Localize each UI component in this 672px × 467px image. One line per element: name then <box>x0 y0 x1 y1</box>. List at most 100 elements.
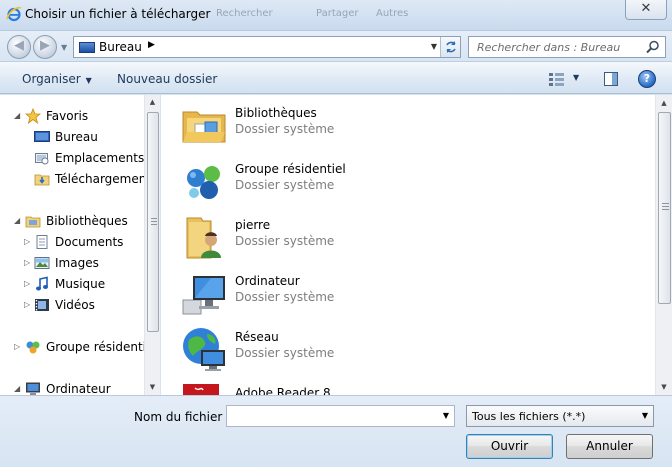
file-item-network[interactable]: Réseau Dossier système <box>181 326 621 378</box>
cancel-button[interactable]: Annuler <box>566 434 653 459</box>
file-item-homegroup[interactable]: Groupe résidentiel Dossier système <box>181 158 621 210</box>
command-toolbar: Organiser ▼ Nouveau dossier ▼ ? <box>0 61 672 94</box>
file-list-scrollbar[interactable]: ▲ ▼ <box>655 95 672 395</box>
filename-label: Nom du fichier : <box>134 410 231 424</box>
scroll-up-icon[interactable]: ▲ <box>145 95 160 110</box>
adobe-reader-icon <box>183 384 219 395</box>
homegroup-icon <box>26 341 40 354</box>
change-view-button[interactable]: ▼ <box>548 71 582 87</box>
file-item-adobe-reader[interactable]: Adobe Reader 8 <box>181 382 621 395</box>
file-item-libraries[interactable]: Bibliothèques Dossier système <box>181 102 621 154</box>
open-button[interactable]: Ouvrir <box>466 434 553 459</box>
libraries-icon <box>25 216 41 228</box>
nav-item-label: Images <box>55 256 99 270</box>
tree-expand-icon[interactable]: ▷ <box>24 279 30 288</box>
computer-icon <box>182 276 225 315</box>
recent-locations-dropdown[interactable]: ▼ <box>61 43 67 52</box>
nav-item-label: Téléchargements <box>55 172 158 186</box>
libraries-folder-icon <box>182 111 226 143</box>
internet-explorer-icon <box>6 6 22 22</box>
nav-item-label: Vidéos <box>55 298 95 312</box>
file-item-computer[interactable]: Ordinateur Dossier système <box>181 270 621 322</box>
ghost-text: Partager <box>316 8 359 19</box>
forward-button[interactable]: ▶ <box>33 35 57 59</box>
file-type: Dossier système <box>235 346 335 360</box>
nav-libraries-label: Bibliothèques <box>46 214 128 228</box>
file-type: Dossier système <box>235 234 335 248</box>
scrollbar-thumb[interactable] <box>658 112 671 304</box>
back-button[interactable]: ◀ <box>7 35 31 59</box>
tree-collapse-icon[interactable]: ◢ <box>14 111 20 120</box>
documents-icon <box>36 235 48 249</box>
nav-favorites-label: Favoris <box>46 109 89 123</box>
address-bar[interactable]: Bureau ▶ ▼ <box>73 36 461 58</box>
organise-menu-button[interactable]: Organiser ▼ <box>22 72 92 86</box>
chevron-down-icon: ▼ <box>641 411 648 420</box>
grip-icon <box>151 218 157 225</box>
nav-item-label: Musique <box>55 277 106 291</box>
chevron-down-icon: ▼ <box>85 76 92 85</box>
refresh-icon <box>446 41 456 53</box>
videos-icon <box>35 299 49 311</box>
search-box[interactable]: Rechercher dans : Bureau <box>468 36 666 58</box>
recent-places-icon <box>35 153 49 165</box>
scroll-down-icon[interactable]: ▼ <box>145 380 160 395</box>
scroll-down-icon[interactable]: ▼ <box>656 379 672 395</box>
nav-computer-label: Ordinateur <box>46 382 111 395</box>
file-type: Dossier système <box>235 122 335 136</box>
organise-label: Organiser <box>22 72 81 86</box>
chevron-down-icon[interactable]: ▼ <box>443 411 449 420</box>
grip-icon <box>662 203 669 210</box>
nav-homegroup-label: Groupe résidentiel <box>46 340 157 354</box>
file-type-filter-select[interactable]: Tous les fichiers (*.*) ▼ <box>466 405 654 427</box>
music-icon <box>36 276 48 291</box>
file-name: Bibliothèques <box>235 106 317 120</box>
search-icon[interactable] <box>646 40 660 54</box>
close-icon: ✕ <box>640 1 652 16</box>
file-type: Dossier système <box>235 290 335 304</box>
downloads-folder-icon <box>34 174 50 186</box>
address-location[interactable]: Bureau <box>99 40 142 54</box>
preview-pane-icon[interactable] <box>603 71 619 87</box>
address-dropdown-icon[interactable]: ▼ <box>431 42 437 51</box>
breadcrumb-chevron-icon[interactable]: ▶ <box>148 40 155 50</box>
address-row: ◀ ▶ ▼ Bureau ▶ ▼ Rechercher dans : Burea… <box>0 31 672 61</box>
file-dialog-footer: Nom du fichier : ▼ Tous les fichiers (*.… <box>0 395 672 467</box>
nav-item-label: Bureau <box>55 130 98 144</box>
search-input[interactable]: Rechercher dans : Bureau <box>477 41 620 54</box>
tree-expand-icon[interactable]: ▷ <box>24 258 30 267</box>
view-options-icon <box>549 73 564 86</box>
navigation-scrollbar[interactable]: ▲ ▼ <box>144 95 160 395</box>
background-window-ghost: Rechercher Partager Autres <box>196 5 436 23</box>
file-item-user[interactable]: pierre Dossier système <box>181 214 621 266</box>
help-icon: ? <box>643 72 651 85</box>
filename-combobox[interactable]: ▼ <box>226 405 455 427</box>
file-name: Groupe résidentiel <box>235 162 346 176</box>
file-name: Adobe Reader 8 <box>235 386 331 395</box>
title-bar: Choisir un fichier à télécharger Recherc… <box>0 0 672 31</box>
computer-icon <box>26 382 40 395</box>
scrollbar-thumb[interactable] <box>147 112 159 332</box>
desktop-icon <box>79 42 95 53</box>
chevron-down-icon: ▼ <box>573 73 580 82</box>
pictures-icon <box>34 257 50 269</box>
user-folder-icon <box>186 217 221 259</box>
tree-expand-icon[interactable]: ▷ <box>24 237 30 246</box>
file-name: pierre <box>235 218 271 232</box>
new-folder-button[interactable]: Nouveau dossier <box>117 72 217 86</box>
tree-collapse-icon[interactable]: ◢ <box>14 384 20 393</box>
help-button[interactable]: ? <box>638 70 656 88</box>
tree-expand-icon[interactable]: ▷ <box>14 342 20 351</box>
ghost-text: Autres <box>376 8 409 19</box>
desktop-icon <box>34 131 50 142</box>
arrow-left-icon: ◀ <box>14 38 24 53</box>
scroll-up-icon[interactable]: ▲ <box>656 95 672 111</box>
refresh-button[interactable] <box>440 37 460 57</box>
ghost-text: Rechercher <box>216 8 273 19</box>
arrow-right-icon: ▶ <box>40 38 50 53</box>
homegroup-icon <box>187 166 220 199</box>
file-name: Réseau <box>235 330 279 344</box>
tree-collapse-icon[interactable]: ◢ <box>14 216 20 225</box>
close-button[interactable]: ✕ <box>625 0 667 20</box>
tree-expand-icon[interactable]: ▷ <box>24 300 30 309</box>
